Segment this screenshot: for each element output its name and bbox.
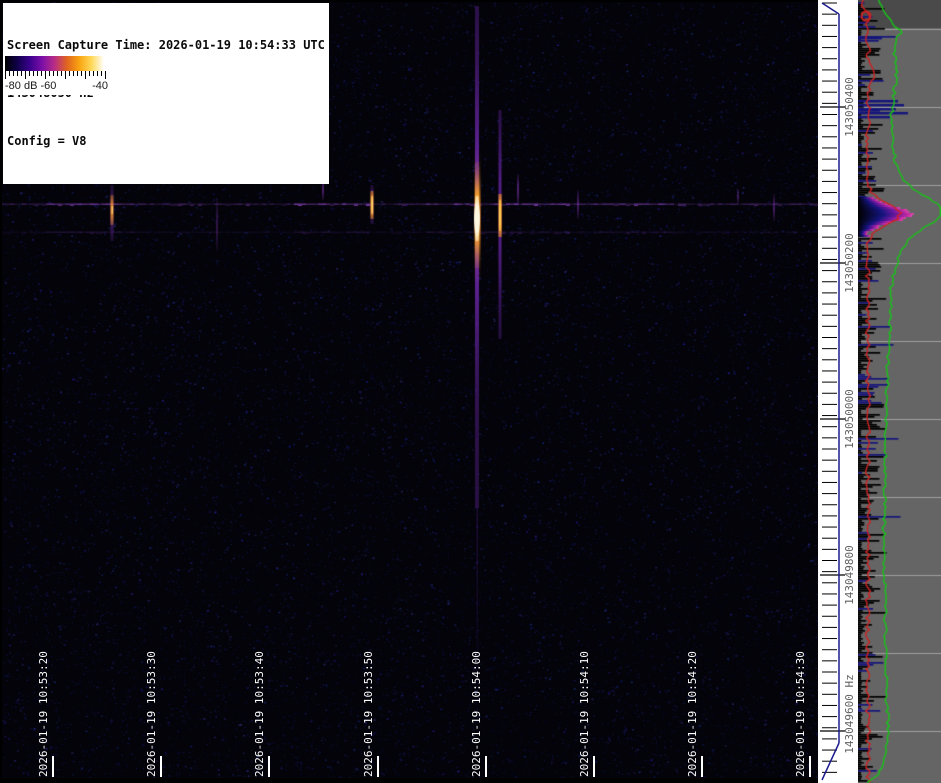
colorbar-tick xyxy=(29,71,30,76)
colorbar-tick xyxy=(61,71,62,76)
colorbar-tick xyxy=(5,71,6,79)
colorbar-tick xyxy=(69,71,70,76)
colorbar-tick xyxy=(77,71,78,76)
colorbar-tick xyxy=(45,71,46,79)
colorbar-tick xyxy=(33,71,34,76)
time-label: 2026-01-19 10:54:10 xyxy=(578,651,591,777)
colorbar-labels: -80 dB -60 -40 xyxy=(3,80,110,95)
colorbar-tick xyxy=(17,71,18,76)
colorbar-gradient xyxy=(5,56,104,71)
colorbar-tick xyxy=(93,71,94,76)
colorbar-tick xyxy=(81,71,82,76)
intensity-colorbar: -80 dB -60 -40 xyxy=(3,56,110,95)
colorbar-tick xyxy=(49,71,50,76)
colorbar-tick xyxy=(13,71,14,76)
colorbar-tick xyxy=(73,71,74,76)
colorbar-tick xyxy=(105,71,106,79)
time-tick xyxy=(701,756,703,777)
colorbar-tick xyxy=(65,71,66,79)
colorbar-ticks xyxy=(3,71,110,80)
time-label: 2026-01-19 10:53:50 xyxy=(362,651,375,777)
time-tick xyxy=(268,756,270,777)
spectrum-side-panel xyxy=(858,0,941,783)
colorbar-tick xyxy=(85,71,86,79)
colorbar-tick xyxy=(25,71,26,79)
time-label: 2026-01-19 10:53:20 xyxy=(37,651,50,777)
colorbar-tick xyxy=(97,71,98,76)
freq-tick xyxy=(821,2,840,15)
time-label: 2026-01-19 10:54:00 xyxy=(470,651,483,777)
time-label: 2026-01-19 10:53:40 xyxy=(253,651,266,777)
freq-label: 143050400 xyxy=(843,77,856,137)
colorbar-tick xyxy=(37,71,38,76)
colorbar-tick xyxy=(9,71,10,76)
time-tick xyxy=(593,756,595,777)
colorbar-label-left: -80 dB -60 xyxy=(5,80,57,92)
time-label: 2026-01-19 10:53:30 xyxy=(145,651,158,777)
capture-time-text: Screen Capture Time: 2026-01-19 10:54:33… xyxy=(7,38,325,52)
time-tick xyxy=(52,756,54,777)
colorbar-label-right: -40 xyxy=(92,80,108,92)
config-text: Config = V8 xyxy=(7,134,87,148)
colorbar-tick xyxy=(89,71,90,76)
colorbar-tick xyxy=(101,71,102,76)
time-tick xyxy=(809,756,811,777)
spectrogram-app: 2026-01-19 10:53:20 2026-01-19 10:53:30 20… xyxy=(0,0,941,783)
colorbar-tick xyxy=(41,71,42,76)
freq-label: 143049800 xyxy=(843,545,856,605)
colorbar-tick xyxy=(53,71,54,76)
freq-label: 143050200 xyxy=(843,233,856,293)
time-tick xyxy=(160,756,162,777)
time-tick xyxy=(377,756,379,777)
time-label: 2026-01-19 10:54:30 xyxy=(794,651,807,777)
time-label: 2026-01-19 10:54:20 xyxy=(686,651,699,777)
freq-label: 143050000 xyxy=(843,389,856,449)
freq-label: 143049600 Hz xyxy=(843,674,856,754)
colorbar-tick xyxy=(57,71,58,76)
frequency-axis: 143050400 143050200 143050000 143049800 1430… xyxy=(818,0,858,783)
time-tick xyxy=(485,756,487,777)
colorbar-tick xyxy=(21,71,22,76)
